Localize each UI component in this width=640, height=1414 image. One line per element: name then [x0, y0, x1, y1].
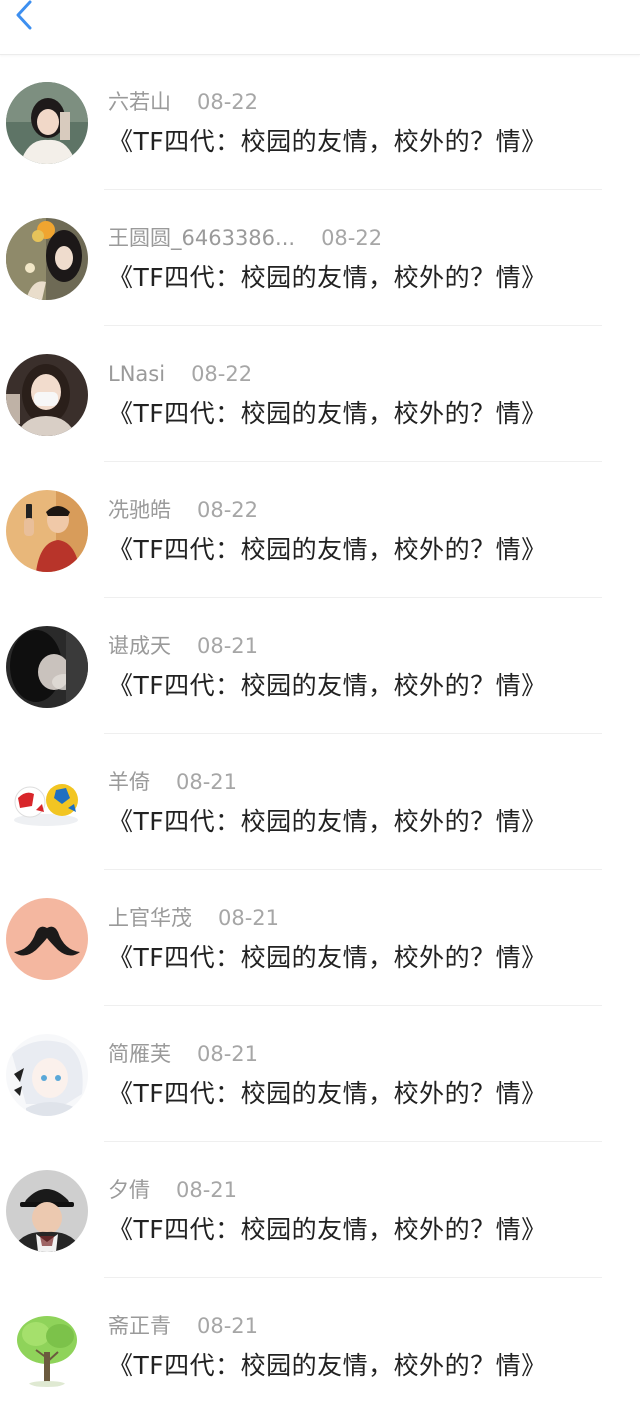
list-item[interactable]: 上官华茂 08-21 《TF四代：校园的友情，校外的？情》: [0, 870, 640, 1006]
avatar[interactable]: [6, 1034, 88, 1116]
message-meta: 六若山 08-22: [108, 88, 258, 116]
list-item[interactable]: 六若山 08-22 《TF四代：校园的友情，校外的？情》: [0, 54, 640, 190]
username[interactable]: 谌成天: [108, 634, 171, 658]
username[interactable]: 斋正青: [108, 1314, 171, 1338]
message-meta: 夕倩 08-21: [108, 1176, 237, 1204]
message-title[interactable]: 《TF四代：校园的友情，校外的？情》: [108, 1212, 547, 1248]
timestamp: 08-21: [197, 1042, 259, 1066]
man-phone-avatar-image: [6, 490, 88, 572]
message-title[interactable]: 《TF四代：校园的友情，校外的？情》: [108, 532, 547, 568]
message-meta: 斋正青 08-21: [108, 1312, 258, 1340]
list-item[interactable]: 斋正青 08-21 《TF四代：校园的友情，校外的？情》: [0, 1278, 640, 1414]
list-item[interactable]: 简雁芙 08-21 《TF四代：校园的友情，校外的？情》: [0, 1006, 640, 1142]
username[interactable]: LNasi: [108, 362, 165, 386]
message-meta: 羊倚 08-21: [108, 768, 237, 796]
timestamp: 08-21: [176, 770, 238, 794]
dark-hair-portrait-avatar-image: [6, 626, 88, 708]
avatar[interactable]: [6, 490, 88, 572]
message-title[interactable]: 《TF四代：校园的友情，校外的？情》: [108, 260, 547, 296]
anime-girl-avatar-image: [6, 1034, 88, 1116]
timestamp: 08-22: [321, 226, 383, 250]
avatar[interactable]: [6, 1306, 88, 1388]
list-item[interactable]: 夕倩 08-21 《TF四代：校园的友情，校外的？情》: [0, 1142, 640, 1278]
tree-avatar-image: [6, 1306, 88, 1388]
list-item[interactable]: 王圆圆_6463386... 08-22 《TF四代：校园的友情，校外的？情》: [0, 190, 640, 326]
message-meta: 简雁芙 08-21: [108, 1040, 258, 1068]
back-button[interactable]: [4, 0, 40, 34]
woman-flowers-avatar-image: [6, 218, 88, 300]
man-cap-avatar-image: [6, 1170, 88, 1252]
username[interactable]: 羊倚: [108, 770, 150, 794]
username[interactable]: 王圆圆_6463386...: [108, 226, 295, 250]
avatar[interactable]: [6, 1170, 88, 1252]
woman-mask-avatar-image: [6, 354, 88, 436]
mustache-avatar-image: [6, 898, 88, 980]
list-item[interactable]: 谌成天 08-21 《TF四代：校园的友情，校外的？情》: [0, 598, 640, 734]
username[interactable]: 上官华茂: [108, 906, 192, 930]
list-item[interactable]: LNasi 08-22 《TF四代：校园的友情，校外的？情》: [0, 326, 640, 462]
avatar[interactable]: [6, 762, 88, 844]
timestamp: 08-21: [176, 1178, 238, 1202]
message-title[interactable]: 《TF四代：校园的友情，校外的？情》: [108, 940, 547, 976]
username[interactable]: 夕倩: [108, 1178, 150, 1202]
message-meta: 谌成天 08-21: [108, 632, 258, 660]
username[interactable]: 六若山: [108, 90, 171, 114]
message-meta: LNasi 08-22: [108, 360, 252, 388]
username[interactable]: 简雁芙: [108, 1042, 171, 1066]
list-item[interactable]: 冼驰皓 08-22 《TF四代：校园的友情，校外的？情》: [0, 462, 640, 598]
top-bar: [0, 0, 640, 55]
avatar[interactable]: [6, 218, 88, 300]
message-meta: 王圆圆_6463386... 08-22: [108, 224, 382, 252]
avatar[interactable]: [6, 626, 88, 708]
timestamp: 08-21: [197, 634, 259, 658]
timestamp: 08-21: [218, 906, 280, 930]
message-list: 六若山 08-22 《TF四代：校园的友情，校外的？情》 王圆圆_6463386.…: [0, 54, 640, 1414]
list-item[interactable]: 羊倚 08-21 《TF四代：校园的友情，校外的？情》: [0, 734, 640, 870]
message-meta: 冼驰皓 08-22: [108, 496, 258, 524]
timestamp: 08-21: [197, 1314, 259, 1338]
message-title[interactable]: 《TF四代：校园的友情，校外的？情》: [108, 1348, 547, 1384]
timestamp: 08-22: [197, 90, 259, 114]
message-title[interactable]: 《TF四代：校园的友情，校外的？情》: [108, 1076, 547, 1112]
message-title[interactable]: 《TF四代：校园的友情，校外的？情》: [108, 804, 547, 840]
woman-portrait-avatar-image: [6, 82, 88, 164]
username[interactable]: 冼驰皓: [108, 498, 171, 522]
avatar[interactable]: [6, 354, 88, 436]
avatar[interactable]: [6, 82, 88, 164]
message-title[interactable]: 《TF四代：校园的友情，校外的？情》: [108, 124, 547, 160]
chevron-left-icon: [16, 0, 32, 30]
avatar[interactable]: [6, 898, 88, 980]
timestamp: 08-22: [191, 362, 253, 386]
message-meta: 上官华茂 08-21: [108, 904, 279, 932]
message-title[interactable]: 《TF四代：校园的友情，校外的？情》: [108, 668, 547, 704]
soccer-balls-avatar-image: [6, 762, 88, 844]
timestamp: 08-22: [197, 498, 259, 522]
message-title[interactable]: 《TF四代：校园的友情，校外的？情》: [108, 396, 547, 432]
